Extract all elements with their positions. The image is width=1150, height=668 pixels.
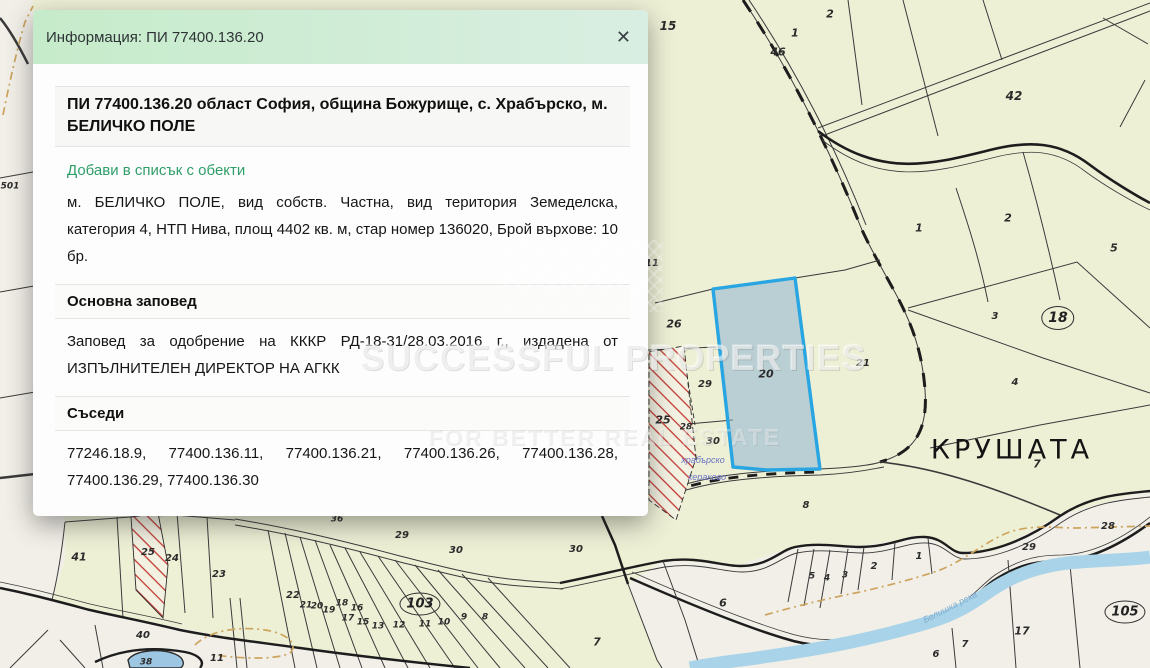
popup-body: ПИ 77400.136.20 област София, община Бож…	[33, 64, 648, 494]
screen: 1521464212534217262925283011208501412524…	[0, 0, 1150, 668]
popup-title: Информация: ПИ 77400.136.20	[46, 29, 264, 46]
popup-header: Информация: ПИ 77400.136.20 ✕	[33, 10, 648, 64]
parcel-title: ПИ 77400.136.20 област София, община Бож…	[55, 86, 630, 147]
info-popup: Информация: ПИ 77400.136.20 ✕ ПИ 77400.1…	[33, 10, 648, 516]
section-heading-order: Основна заповед	[55, 284, 630, 319]
section-text-neighbors: 77246.18.9, 77400.136.11, 77400.136.21, …	[67, 440, 618, 494]
section-heading-neighbors: Съседи	[55, 396, 630, 431]
parcel-description: м. БЕЛИЧКО ПОЛЕ, вид собств. Частна, вид…	[67, 189, 618, 270]
section-text-order: Заповед за одобрение на КККР РД-18-31/28…	[67, 328, 618, 382]
add-to-list-link[interactable]: Добави в списък с обекти	[67, 162, 630, 179]
close-icon[interactable]: ✕	[616, 28, 631, 46]
